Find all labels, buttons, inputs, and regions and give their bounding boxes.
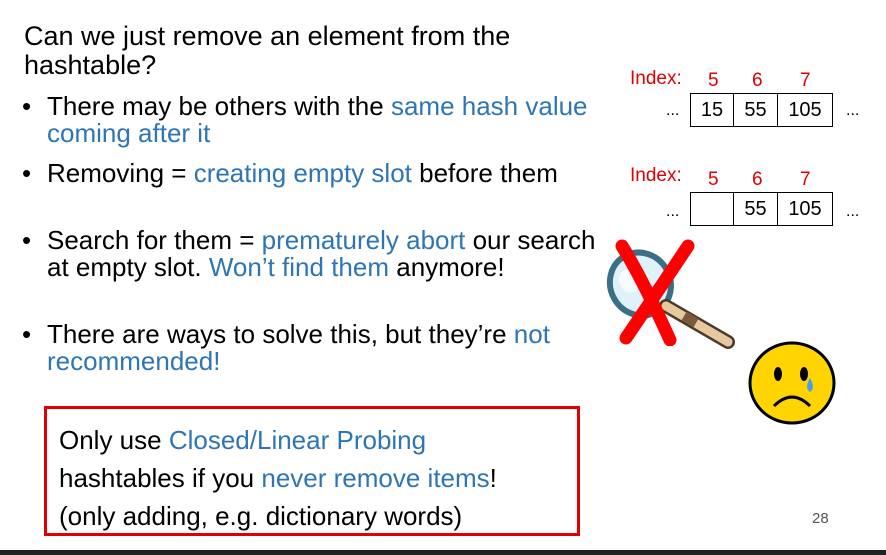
bullet-text: Search for them = prematurely abort our … [47, 227, 597, 281]
ellipsis-left: ... [666, 102, 680, 119]
bullet-text-segment: Removing = [47, 158, 194, 188]
bullet-text-segment: Search for them = [47, 225, 262, 255]
index-number: 6 [752, 169, 763, 190]
ellipsis-right: ... [846, 102, 860, 119]
callout-text-segment: Only use [59, 425, 169, 455]
bullet-text-segment: before them [411, 158, 558, 188]
callout-text-highlight: Closed/Linear Probing [168, 425, 427, 455]
bullet-dot: • [22, 319, 32, 349]
bullet-dot: • [22, 91, 32, 121]
table-slot: 105 [777, 93, 833, 127]
ellipsis-right: ... [846, 203, 860, 220]
bullet-text-segment: anymore! [389, 252, 505, 282]
slide-title: Can we just remove an element from the h… [24, 21, 511, 80]
callout-line: (only adding, e.g. dictionary words) [59, 497, 497, 535]
bullet-text-highlight: Won’t find them [208, 252, 390, 282]
red-x-icon [615, 239, 695, 346]
callout-text-highlight: never remove items [261, 463, 490, 493]
empty-table-slot [690, 192, 734, 226]
ellipsis-left: ... [666, 203, 680, 220]
index-label: Index: [630, 165, 682, 186]
hashtable-diagram-before: Index: 5 6 7 ... 15 55 105 ... [628, 66, 878, 130]
index-label: Index: [630, 68, 682, 89]
table-slot: 55 [733, 192, 778, 226]
callout-text: Only use Closed/Linear Probing hashtable… [59, 421, 497, 535]
bullet-text-highlight: prematurely abort [261, 225, 466, 255]
index-number: 5 [708, 169, 719, 190]
bullet-dot: • [22, 225, 32, 255]
bullet-text-segment: There may be others with the [47, 91, 391, 121]
callout-line: hashtables if you never remove items! [59, 459, 497, 497]
bottom-border [0, 550, 886, 555]
index-number: 5 [708, 70, 719, 91]
callout-text-segment: hashtables if you [59, 463, 262, 493]
callout-text-segment: ! [489, 463, 497, 493]
bullet-dot: • [22, 158, 32, 188]
table-slot: 105 [777, 192, 833, 226]
callout-line: Only use Closed/Linear Probing [59, 421, 497, 459]
bullet-text: Removing = creating empty slot before th… [47, 160, 587, 187]
warning-callout-box: Only use Closed/Linear Probing hashtable… [44, 406, 580, 536]
bullet-text: There may be others with the same hash v… [47, 93, 597, 147]
page-number: 28 [812, 510, 829, 527]
hashtable-diagram-after: Index: 5 6 7 ... 55 105 ... [628, 163, 878, 229]
callout-text-segment: (only adding, e.g. dictionary words) [59, 501, 463, 531]
table-slot: 55 [733, 93, 778, 127]
table-slot: 15 [690, 93, 734, 127]
sad-face-icon [748, 341, 836, 425]
bullet-text-segment: There are ways to solve this, but they’r… [47, 319, 514, 349]
index-number: 7 [800, 169, 811, 190]
index-number: 7 [800, 70, 811, 91]
bullet-text: There are ways to solve this, but they’r… [47, 321, 597, 375]
bullet-text-highlight: creating empty slot [193, 158, 412, 188]
index-number: 6 [752, 70, 763, 91]
